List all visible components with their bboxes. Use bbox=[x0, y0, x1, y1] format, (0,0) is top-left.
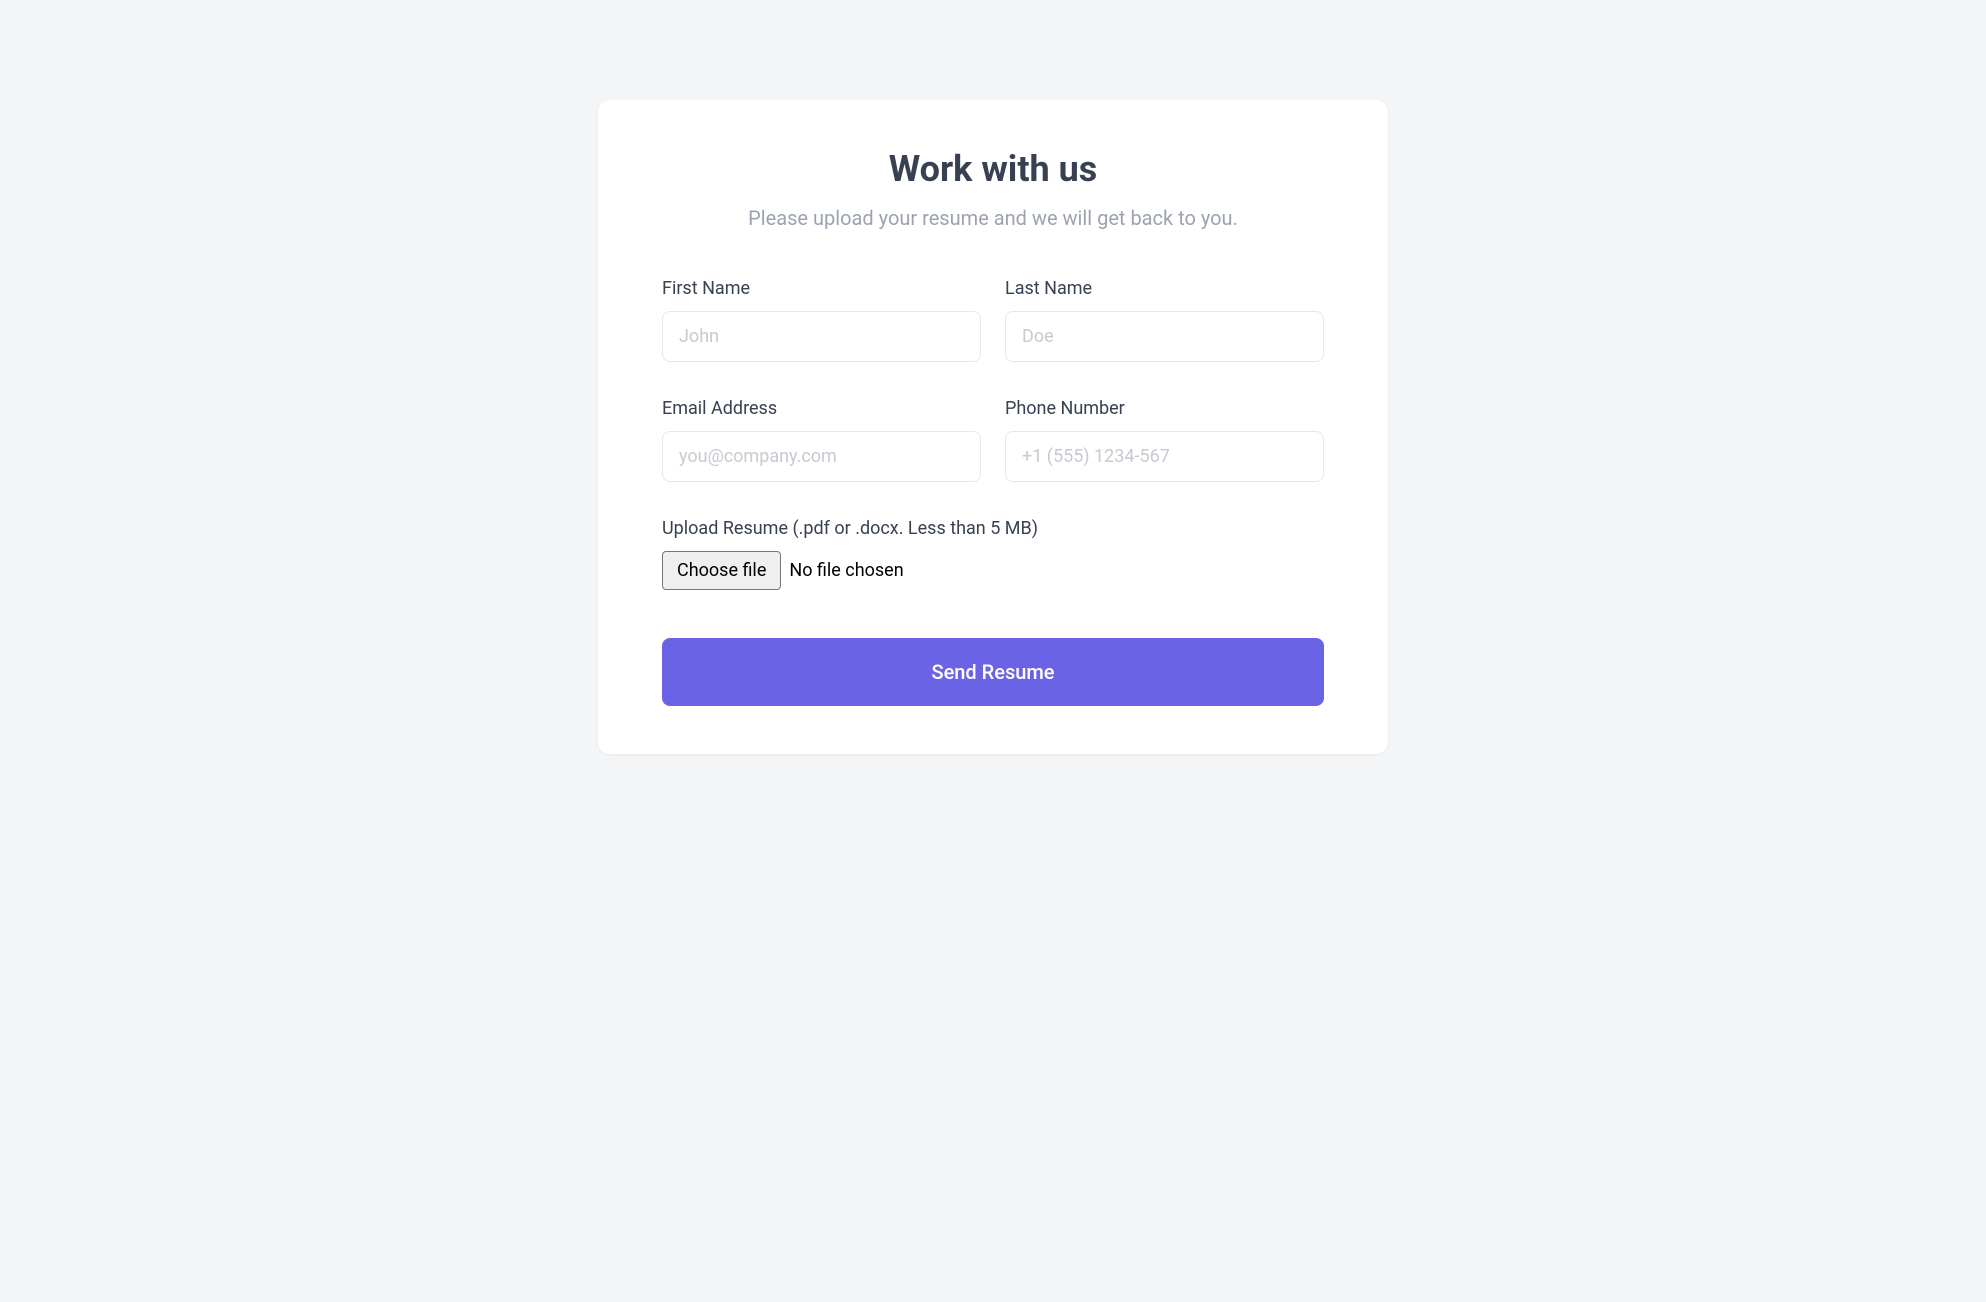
first-name-input[interactable] bbox=[662, 311, 981, 362]
upload-label: Upload Resume (.pdf or .docx. Less than … bbox=[662, 518, 1324, 539]
form-subheading: Please upload your resume and we will ge… bbox=[662, 206, 1324, 230]
choose-file-button[interactable]: Choose file bbox=[662, 551, 781, 590]
file-row: Choose file No file chosen bbox=[662, 551, 1324, 590]
first-name-field: First Name bbox=[662, 278, 981, 362]
file-status-text: No file chosen bbox=[789, 560, 903, 581]
phone-input[interactable] bbox=[1005, 431, 1324, 482]
phone-field: Phone Number bbox=[1005, 398, 1324, 482]
contact-row: Email Address Phone Number bbox=[662, 398, 1324, 482]
send-resume-button[interactable]: Send Resume bbox=[662, 638, 1324, 706]
email-field: Email Address bbox=[662, 398, 981, 482]
form-heading: Work with us bbox=[662, 148, 1324, 190]
email-label: Email Address bbox=[662, 398, 981, 419]
last-name-field: Last Name bbox=[1005, 278, 1324, 362]
email-input[interactable] bbox=[662, 431, 981, 482]
last-name-input[interactable] bbox=[1005, 311, 1324, 362]
resume-form-card: Work with us Please upload your resume a… bbox=[598, 100, 1388, 754]
upload-section: Upload Resume (.pdf or .docx. Less than … bbox=[662, 518, 1324, 590]
name-row: First Name Last Name bbox=[662, 278, 1324, 362]
last-name-label: Last Name bbox=[1005, 278, 1324, 299]
first-name-label: First Name bbox=[662, 278, 981, 299]
phone-label: Phone Number bbox=[1005, 398, 1324, 419]
